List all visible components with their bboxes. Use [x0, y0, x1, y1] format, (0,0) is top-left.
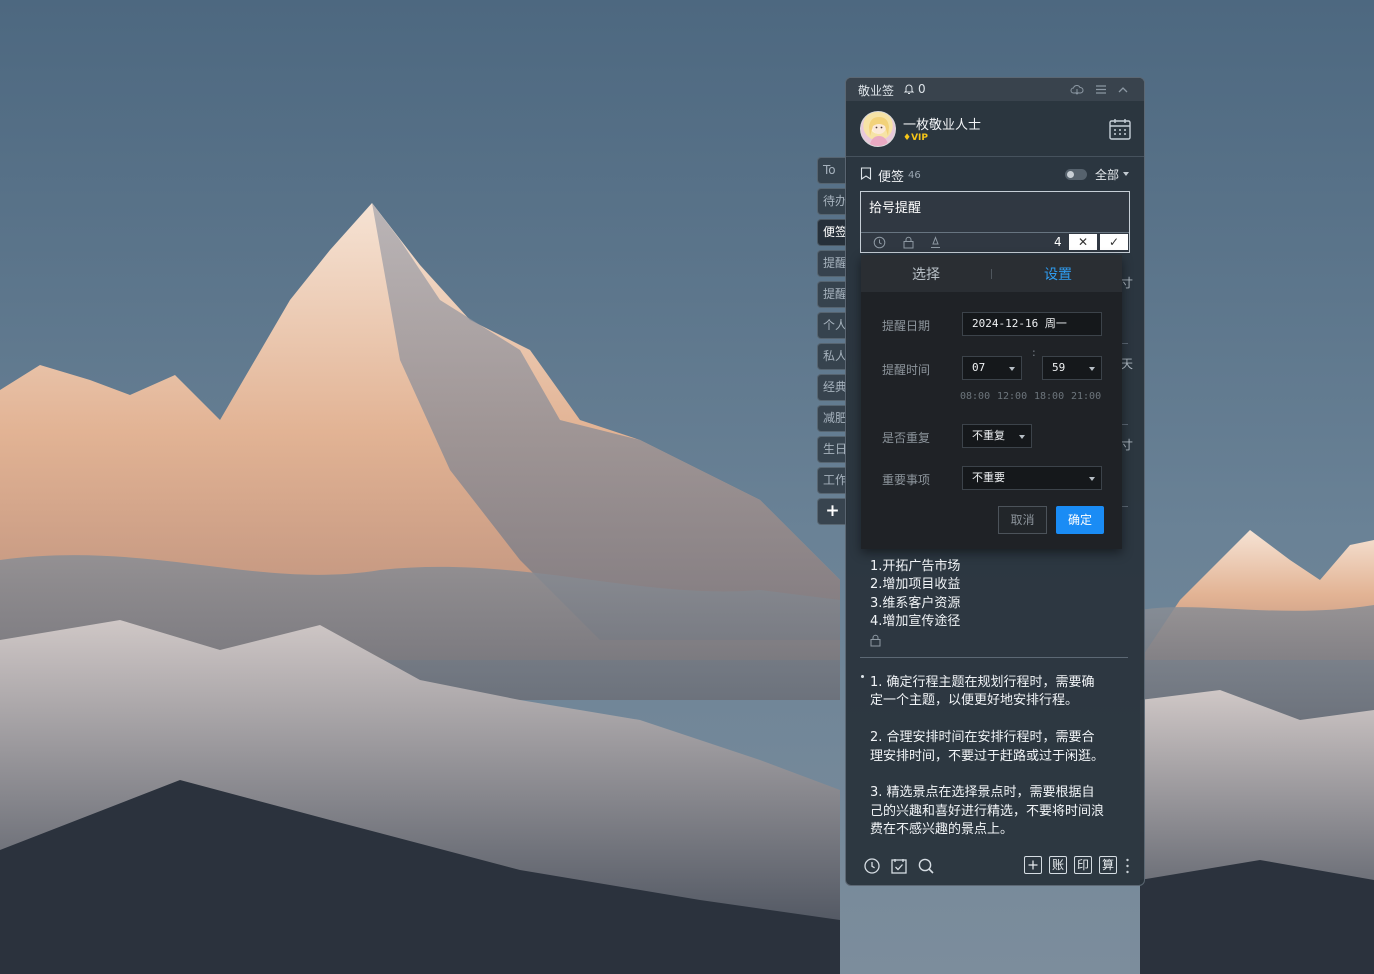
- side-tab-notes[interactable]: 便签: [817, 219, 847, 246]
- note-line: 己的兴趣和喜好进行精选，不要将时间浪: [870, 804, 1105, 819]
- lock-icon: [870, 634, 881, 647]
- importance-label: 重要事项: [882, 473, 931, 487]
- pin-icon[interactable]: [929, 236, 942, 249]
- note-line: 4.增加宣传途径: [870, 614, 961, 629]
- cancel-button[interactable]: 取消: [998, 506, 1047, 534]
- desktop-wallpaper: [0, 0, 1374, 974]
- calendar-icon[interactable]: [1108, 117, 1132, 141]
- note-fragment: 寸: [1121, 438, 1134, 452]
- bottom-toolbar: 账 印 算: [846, 854, 1144, 884]
- time-separator: :: [1032, 346, 1036, 359]
- bell-icon[interactable]: [903, 83, 915, 95]
- divider: [860, 657, 1128, 658]
- note-line: 2.增加项目收益: [870, 577, 961, 592]
- clock-icon[interactable]: [863, 857, 881, 875]
- avatar[interactable]: [860, 111, 896, 147]
- side-tab-classic[interactable]: 经典: [817, 374, 847, 401]
- side-tab-todo[interactable]: 待办: [817, 188, 847, 215]
- note-editor[interactable]: 拾号提醒 4 ✕ ✓: [860, 191, 1130, 253]
- quick-time-0800[interactable]: 08:00: [960, 391, 990, 402]
- lock-icon[interactable]: [902, 236, 915, 249]
- diamond-icon: ♦: [903, 133, 912, 143]
- confirm-button[interactable]: 确定: [1056, 506, 1104, 534]
- note-line: 2. 合理安排时间在安排行程时，需要合: [870, 730, 1095, 745]
- tab-settings[interactable]: 设置: [1044, 264, 1072, 284]
- notes-count: 46: [908, 170, 921, 181]
- cloud-sync-icon[interactable]: [1070, 83, 1084, 96]
- note-input-text[interactable]: 拾号提醒: [869, 197, 921, 216]
- reminder-settings-popup: 选择 设置 提醒日期 2024-12-16 周一 提醒时间 07 : 59 08…: [861, 255, 1122, 549]
- tab-select[interactable]: 选择: [912, 264, 940, 284]
- quick-time-1200[interactable]: 12:00: [997, 391, 1027, 402]
- side-tab-reminder-1[interactable]: 提醒: [817, 250, 847, 277]
- add-category-button[interactable]: +: [817, 498, 847, 525]
- vip-badge: ♦VIP: [903, 133, 928, 143]
- user-area: 一枚敬业人士 ♦VIP: [846, 101, 1144, 157]
- note-line: 1.开拓广告市场: [870, 559, 961, 574]
- note-fragment: 天: [1121, 357, 1134, 371]
- vip-label: VIP: [911, 133, 928, 143]
- bookmark-icon: [860, 167, 872, 180]
- search-icon[interactable]: [917, 857, 935, 875]
- side-tab-work[interactable]: 工作: [817, 467, 847, 494]
- side-tab-birthday[interactable]: 生日: [817, 436, 847, 463]
- list-bullet: [861, 675, 864, 678]
- note-line: 1. 确定行程主题在规划行程时，需要确: [870, 675, 1095, 690]
- add-note-button[interactable]: [1024, 856, 1042, 874]
- note-line: 3. 精选景点在选择景点时，需要根据自: [870, 785, 1095, 800]
- tab-divider: [991, 269, 992, 279]
- side-tab-private[interactable]: 私人: [817, 343, 847, 370]
- menu-icon[interactable]: [1094, 83, 1108, 96]
- ledger-button[interactable]: 账: [1049, 856, 1067, 874]
- hour-select[interactable]: 07: [962, 356, 1022, 380]
- side-tab-diet[interactable]: 减肥: [817, 405, 847, 432]
- editor-toolbar: 4 ✕ ✓: [861, 232, 1129, 252]
- quick-time-1800[interactable]: 18:00: [1034, 391, 1064, 402]
- reminder-date-label: 提醒日期: [882, 319, 931, 333]
- editor-confirm-button[interactable]: ✓: [1100, 234, 1128, 250]
- chevron-down-icon[interactable]: [1123, 172, 1129, 176]
- title-bar[interactable]: 敬业签 0: [846, 78, 1144, 101]
- filter-dropdown[interactable]: 全部: [1095, 166, 1119, 183]
- notes-header: 便签 46 全部: [846, 163, 1144, 185]
- note-line: 费在不感兴趣的景点上。: [870, 822, 1014, 837]
- checklist-icon[interactable]: [890, 857, 908, 875]
- print-button[interactable]: 印: [1074, 856, 1092, 874]
- minute-select[interactable]: 59: [1042, 356, 1102, 380]
- importance-select[interactable]: 不重要: [962, 466, 1102, 490]
- more-options-icon[interactable]: [1126, 857, 1129, 875]
- plus-icon: [1028, 860, 1038, 870]
- sticky-notes-app: 敬业签 0 一枚敬业人士 ♦VIP 便签 46 全部 拾号提醒 4 ✕ ✓ 寸 …: [845, 77, 1145, 886]
- editor-cancel-button[interactable]: ✕: [1069, 234, 1097, 250]
- side-tab-reminder-2[interactable]: 提醒: [817, 281, 847, 308]
- app-title: 敬业签: [858, 84, 895, 98]
- quick-time-2100[interactable]: 21:00: [1071, 391, 1101, 402]
- repeat-label: 是否重复: [882, 431, 931, 445]
- display-toggle[interactable]: [1065, 169, 1087, 180]
- notification-count: 0: [918, 82, 926, 96]
- note-line: 定一个主题，以便更好地安排行程。: [870, 693, 1079, 708]
- calculator-button[interactable]: 算: [1099, 856, 1117, 874]
- side-tab-todo-all[interactable]: To: [817, 157, 847, 184]
- username[interactable]: 一枚敬业人士: [903, 114, 981, 133]
- reminder-date-field[interactable]: 2024-12-16 周一: [962, 312, 1102, 336]
- char-count: 4: [1054, 235, 1062, 249]
- category-tabs: To 待办 便签 提醒 提醒 个人 私人 经典 减肥 生日 工作 +: [817, 157, 847, 529]
- note-line: 理安排时间，不要过于赶路或过于闲逛。: [870, 749, 1105, 764]
- notes-label: 便签: [878, 170, 905, 185]
- collapse-icon[interactable]: [1116, 83, 1130, 96]
- clock-icon[interactable]: [873, 236, 886, 249]
- popup-tabs: 选择 设置: [861, 255, 1122, 292]
- note-fragment: 寸: [1121, 276, 1134, 290]
- repeat-select[interactable]: 不重复: [962, 424, 1032, 448]
- note-line: 3.维系客户资源: [870, 596, 961, 611]
- side-tab-personal[interactable]: 个人: [817, 312, 847, 339]
- reminder-time-label: 提醒时间: [882, 363, 931, 377]
